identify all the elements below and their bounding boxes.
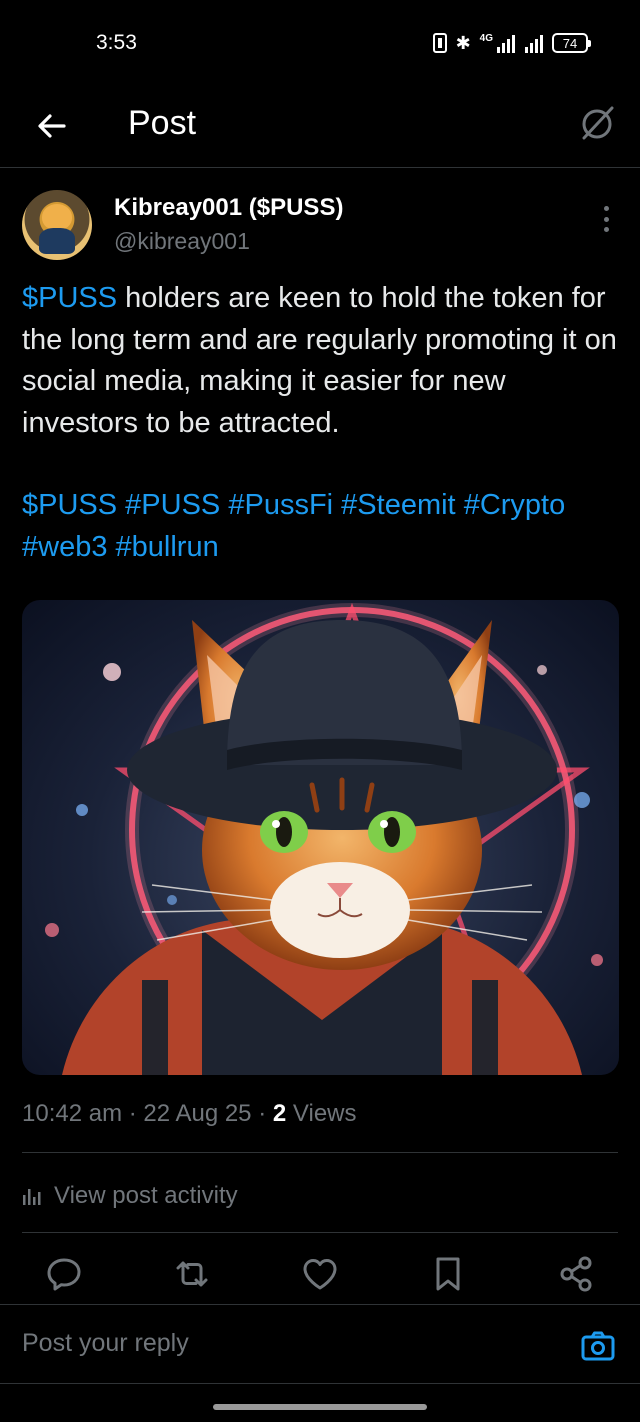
network-type: 4G bbox=[479, 33, 493, 44]
tag-link[interactable]: $PUSS bbox=[22, 489, 117, 521]
back-arrow-icon[interactable] bbox=[32, 106, 72, 146]
camera-icon[interactable] bbox=[580, 1328, 616, 1364]
bluetooth-icon: ✱ bbox=[455, 32, 471, 53]
reply-icon[interactable] bbox=[44, 1254, 84, 1294]
divider bbox=[22, 1232, 618, 1233]
tag-link[interactable]: #PussFi bbox=[228, 489, 333, 521]
meta-separator: · bbox=[258, 1100, 267, 1127]
reply-input[interactable] bbox=[22, 1323, 542, 1363]
repost-icon[interactable] bbox=[172, 1254, 212, 1294]
author-display-name[interactable]: Kibreay001 ($PUSS) bbox=[114, 194, 343, 222]
cat-illustration bbox=[45, 602, 603, 1075]
post-date: 22 Aug 25 bbox=[143, 1100, 252, 1127]
views-count: 2 bbox=[272, 1100, 287, 1127]
views-label: Views bbox=[292, 1100, 357, 1127]
post-text: $PUSS holders are keen to hold the token… bbox=[22, 278, 622, 444]
bar-chart-icon bbox=[23, 1189, 41, 1205]
bookmark-icon[interactable] bbox=[428, 1254, 468, 1294]
battery-level: 74 bbox=[562, 35, 578, 51]
post-image[interactable] bbox=[22, 600, 619, 1075]
avatar[interactable] bbox=[22, 190, 92, 260]
post-time: 10:42 am bbox=[22, 1100, 123, 1127]
page-title: Post bbox=[128, 104, 197, 142]
post-metadata: 10:42 am · 22 Aug 25 · 2 Views bbox=[22, 1100, 357, 1128]
activity-label: View post activity bbox=[54, 1182, 238, 1209]
tag-link[interactable]: #web3 bbox=[22, 531, 107, 563]
top-bar: Post bbox=[0, 88, 640, 168]
post-tags: $PUSS #PUSS #PussFi #Steemit #Crypto #we… bbox=[22, 485, 622, 568]
post-actions bbox=[0, 1254, 640, 1302]
tag-link[interactable]: #bullrun bbox=[116, 531, 219, 563]
home-indicator[interactable] bbox=[213, 1404, 427, 1410]
view-post-activity-link[interactable]: View post activity bbox=[22, 1180, 238, 1212]
signal-icon: 4G bbox=[480, 33, 543, 53]
status-time: 3:53 bbox=[96, 31, 137, 54]
cashtag-link[interactable]: $PUSS bbox=[22, 282, 117, 314]
grok-icon[interactable] bbox=[576, 102, 618, 144]
tag-link[interactable]: #PUSS bbox=[125, 489, 220, 521]
more-options-icon[interactable] bbox=[602, 206, 610, 232]
tag-link[interactable]: #Steemit bbox=[341, 489, 455, 521]
status-bar: 3:53 ✱ 4G 74 bbox=[0, 0, 640, 88]
battery-icon: 74 bbox=[552, 33, 591, 53]
like-icon[interactable] bbox=[300, 1254, 340, 1294]
divider bbox=[22, 1152, 618, 1153]
reply-bar bbox=[0, 1304, 640, 1384]
meta-separator: · bbox=[128, 1100, 137, 1127]
vibrate-icon bbox=[432, 33, 447, 53]
tag-link[interactable]: #Crypto bbox=[464, 489, 566, 521]
author-handle[interactable]: @kibreay001 bbox=[114, 228, 250, 255]
share-icon[interactable] bbox=[556, 1254, 596, 1294]
status-icons: ✱ 4G 74 bbox=[432, 31, 591, 55]
